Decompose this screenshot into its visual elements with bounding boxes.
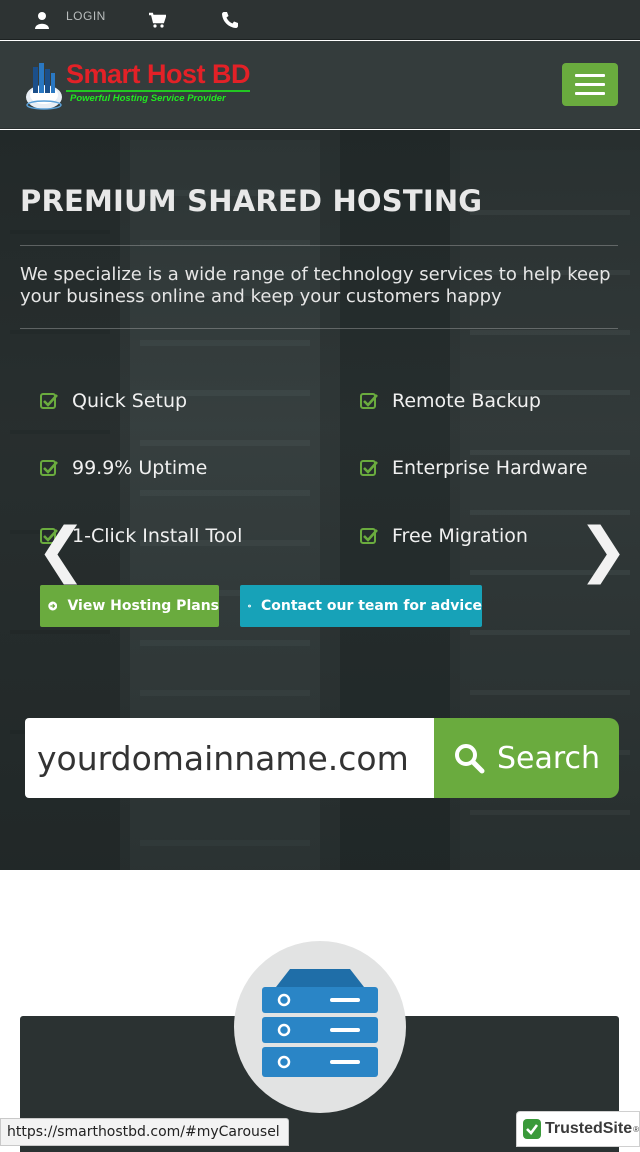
search-button[interactable]: Search	[434, 718, 619, 798]
hero-description: We specialize is a wide range of technol…	[20, 264, 611, 307]
carousel-prev-icon[interactable]: ❮	[36, 520, 86, 580]
check-icon	[360, 528, 378, 544]
feature-item: Enterprise Hardware	[360, 457, 588, 479]
search-icon	[454, 744, 485, 774]
feature-item: Free Migration	[360, 525, 528, 547]
contact-team-label: Contact our team for advice	[261, 598, 482, 614]
feature-item: Quick Setup	[40, 390, 187, 412]
menu-toggle-button[interactable]	[562, 63, 618, 106]
trademark-mark: ®	[633, 1124, 639, 1134]
checkmark-icon	[523, 1119, 541, 1139]
question-circle-icon: ?	[248, 604, 251, 608]
view-hosting-plans-button[interactable]: View Hosting Plans	[40, 585, 219, 627]
arrow-circle-right-icon	[48, 601, 58, 611]
hero-carousel: PREMIUM SHARED HOSTING We specialize is …	[0, 130, 640, 870]
check-icon	[40, 460, 58, 476]
hamburger-icon-line	[575, 83, 605, 86]
feature-item: Remote Backup	[360, 390, 541, 412]
server-icon	[262, 969, 378, 1077]
hamburger-icon	[575, 74, 605, 77]
features-section	[0, 870, 640, 1152]
contact-team-button[interactable]: ? Contact our team for advice	[240, 585, 482, 627]
logo-title: Smart Host BD	[66, 59, 251, 89]
feature-label: 1-Click Install Tool	[72, 525, 243, 547]
check-icon	[360, 393, 378, 409]
login-link[interactable]: LOGIN	[66, 0, 106, 36]
feature-label: Free Migration	[392, 525, 528, 547]
domain-search: Search	[25, 718, 619, 798]
logo-tagline: Powerful Hosting Service Provider	[70, 93, 226, 104]
trusted-site-badge[interactable]: TrustedSite ®	[516, 1111, 640, 1147]
divider	[20, 328, 618, 329]
site-header: Smart Host BD Powerful Hosting Service P…	[0, 41, 640, 129]
top-bar: LOGIN	[0, 0, 640, 40]
feature-label: Quick Setup	[72, 390, 188, 412]
feature-label: Remote Backup	[392, 390, 541, 412]
check-icon	[360, 460, 378, 476]
carousel-next-icon[interactable]: ❯	[578, 520, 628, 580]
divider	[20, 245, 618, 246]
view-hosting-plans-label: View Hosting Plans	[67, 598, 219, 614]
cart-icon[interactable]	[148, 0, 166, 40]
hamburger-icon-line	[575, 92, 605, 95]
page: { "topbar": { "login_label": "LOGIN", "i…	[0, 0, 640, 1152]
logo-mark-icon	[26, 63, 62, 110]
logo-underline	[66, 90, 250, 92]
phone-icon[interactable]	[221, 0, 239, 40]
check-icon	[40, 393, 58, 409]
feature-label: Enterprise Hardware	[392, 457, 588, 479]
hero-title: PREMIUM SHARED HOSTING	[20, 184, 483, 218]
feature-item: 99.9% Uptime	[40, 457, 207, 479]
search-button-label: Search	[496, 740, 601, 776]
logo[interactable]: Smart Host BD Powerful Hosting Service P…	[24, 59, 264, 115]
server-icon-circle	[234, 941, 406, 1113]
trusted-site-label: TrustedSite	[544, 1120, 633, 1137]
feature-label: 99.9% Uptime	[72, 457, 208, 479]
user-icon[interactable]	[34, 0, 50, 40]
domain-search-input[interactable]	[25, 718, 435, 798]
status-bar-url: https://smarthostbd.com/#myCarousel	[0, 1118, 289, 1146]
